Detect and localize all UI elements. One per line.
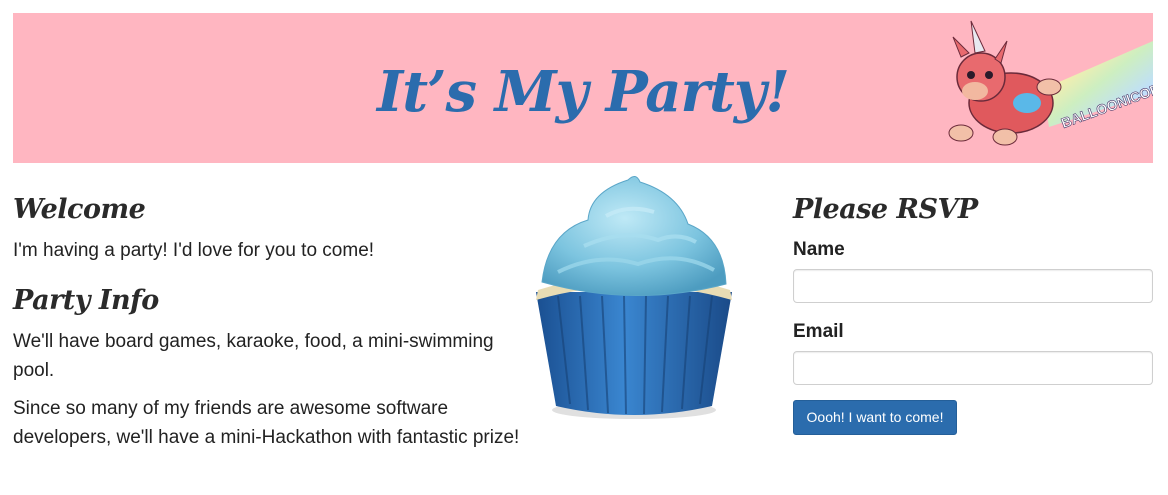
party-info-text: We'll have board games, karaoke, food, a… (13, 331, 494, 381)
welcome-heading: Welcome (13, 194, 146, 225)
welcome-text: I'm having a party! I'd love for you to … (13, 240, 375, 261)
cupcake-icon (536, 176, 732, 419)
name-label: Name (793, 239, 845, 260)
email-label: Email (793, 321, 844, 342)
unicorn-balloon-icon: BALLOONICORN (948, 20, 1153, 146)
header-banner: It’s My Party! BALLOONICORN (13, 13, 1153, 163)
rsvp-submit-button[interactable]: Oooh! I want to come! (793, 400, 957, 435)
rsvp-heading: Please RSVP (793, 194, 978, 225)
email-input[interactable] (793, 351, 1153, 385)
hackathon-text: Since so many of my friends are awesome … (13, 398, 520, 448)
party-info-heading: Party Info (13, 285, 159, 316)
name-input[interactable] (793, 269, 1153, 303)
